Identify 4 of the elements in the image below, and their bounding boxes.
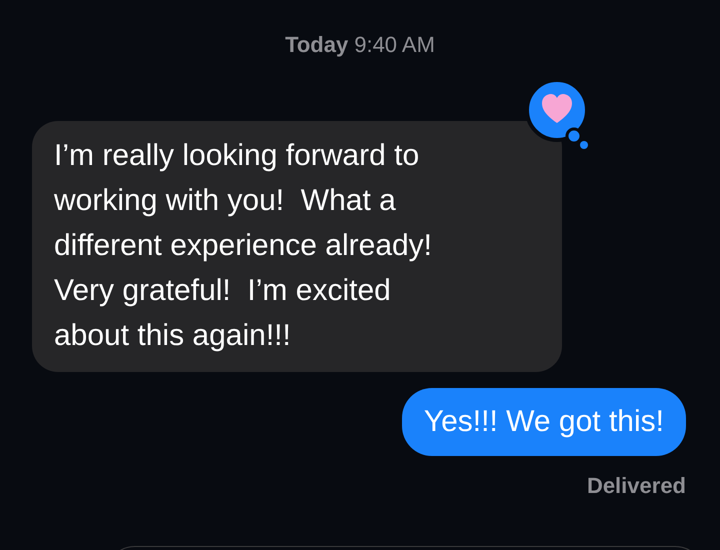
timestamp-day: Today	[285, 31, 348, 59]
timestamp-time: 9:40 AM	[354, 31, 435, 59]
delivery-status: Delivered	[586, 472, 686, 500]
sent-message-bubble: Yes!!! We got this!	[402, 388, 686, 456]
